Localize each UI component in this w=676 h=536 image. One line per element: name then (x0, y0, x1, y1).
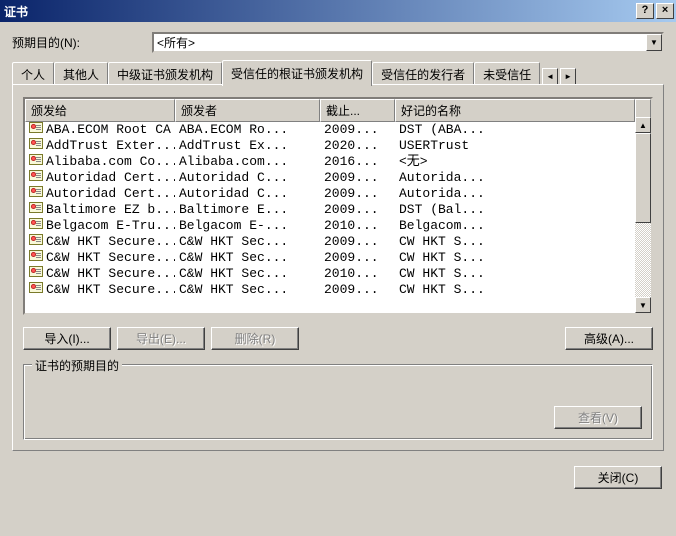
certificate-icon (29, 138, 43, 149)
certificate-icon (29, 282, 43, 293)
table-row[interactable]: Baltimore EZ b...Baltimore E...2009...DS… (25, 202, 651, 218)
tab-0[interactable]: 个人 (12, 62, 54, 86)
certificate-icon (29, 234, 43, 245)
table-row[interactable]: Alibaba.com Co...Alibaba.com...2016...<无… (25, 154, 651, 170)
close-dialog-button[interactable]: 关闭(C) (574, 466, 662, 489)
purpose-value: <所有> (157, 34, 195, 51)
tab-3[interactable]: 受信任的根证书颁发机构 (222, 60, 372, 86)
scroll-track[interactable] (635, 223, 651, 297)
help-button[interactable]: ? (636, 3, 654, 19)
list-header: 颁发给颁发者截止...好记的名称 (25, 99, 651, 122)
advanced-button[interactable]: 高级(A)... (565, 327, 653, 350)
tab-scroll-right-icon[interactable]: ► (560, 68, 576, 85)
column-header-2[interactable]: 截止... (320, 99, 395, 122)
scroll-down-icon[interactable]: ▼ (635, 297, 651, 313)
chevron-down-icon[interactable]: ▼ (646, 34, 662, 51)
delete-button[interactable]: 删除(R) (211, 327, 299, 350)
groupbox-legend: 证书的预期目的 (32, 357, 122, 374)
export-button[interactable]: 导出(E)... (117, 327, 205, 350)
tab-pane: 颁发给颁发者截止...好记的名称 ABA.ECOM Root CAABA.ECO… (12, 84, 664, 451)
certificate-icon (29, 170, 43, 181)
table-row[interactable]: ABA.ECOM Root CAABA.ECOM Ro...2009...DST… (25, 122, 651, 138)
bottom-row: 关闭(C) (12, 466, 664, 489)
table-row[interactable]: Autoridad Cert...Autoridad C...2009...Au… (25, 170, 651, 186)
tab-4[interactable]: 受信任的发行者 (372, 62, 474, 86)
table-row[interactable]: C&W HKT Secure...C&W HKT Sec...2009...CW… (25, 250, 651, 266)
dialog-body: 预期目的(N): <所有> ▼ 个人其他人中级证书颁发机构受信任的根证书颁发机构… (0, 22, 676, 499)
table-row[interactable]: C&W HKT Secure...C&W HKT Sec...2010...CW… (25, 266, 651, 282)
tab-5[interactable]: 未受信任 (474, 62, 540, 86)
vertical-scrollbar[interactable]: ▲ ▼ (635, 117, 651, 313)
import-button[interactable]: 导入(I)... (23, 327, 111, 350)
column-header-3[interactable]: 好记的名称 (395, 99, 635, 122)
action-button-row: 导入(I)... 导出(E)... 删除(R) 高级(A)... (23, 327, 653, 350)
table-row[interactable]: Autoridad Cert...Autoridad C...2009...Au… (25, 186, 651, 202)
column-header-1[interactable]: 颁发者 (175, 99, 320, 122)
certificate-icon (29, 186, 43, 197)
table-row[interactable]: AddTrust Exter...AddTrust Ex...2020...US… (25, 138, 651, 154)
cert-purpose-groupbox: 证书的预期目的 查看(V) (23, 364, 653, 440)
close-button[interactable]: × (656, 3, 674, 19)
table-row[interactable]: C&W HKT Secure...C&W HKT Sec...2009...CW… (25, 234, 651, 250)
tab-scroll-left-icon[interactable]: ◄ (542, 68, 558, 85)
certificate-icon (29, 266, 43, 277)
purpose-combo[interactable]: <所有> ▼ (152, 32, 664, 53)
certificate-icon (29, 122, 43, 133)
scroll-thumb[interactable] (635, 133, 651, 223)
certificate-list[interactable]: 颁发给颁发者截止...好记的名称 ABA.ECOM Root CAABA.ECO… (23, 97, 653, 315)
purpose-row: 预期目的(N): <所有> ▼ (12, 32, 664, 53)
table-row[interactable]: C&W HKT Secure...C&W HKT Sec...2009...CW… (25, 282, 651, 298)
window-title: 证书 (4, 3, 634, 20)
table-row[interactable]: Belgacom E-Tru...Belgacom E-...2010...Be… (25, 218, 651, 234)
scroll-up-icon[interactable]: ▲ (635, 117, 651, 133)
list-body[interactable]: ABA.ECOM Root CAABA.ECOM Ro...2009...DST… (25, 122, 651, 313)
tab-1[interactable]: 其他人 (54, 62, 108, 86)
tab-strip: 个人其他人中级证书颁发机构受信任的根证书颁发机构受信任的发行者未受信任◄► (12, 63, 664, 85)
title-bar: 证书 ? × (0, 0, 676, 22)
certificate-icon (29, 154, 43, 165)
certificate-icon (29, 218, 43, 229)
purpose-label: 预期目的(N): (12, 34, 152, 51)
certificate-icon (29, 250, 43, 261)
view-button[interactable]: 查看(V) (554, 406, 642, 429)
tab-2[interactable]: 中级证书颁发机构 (108, 62, 222, 86)
column-header-0[interactable]: 颁发给 (25, 99, 175, 122)
certificate-icon (29, 202, 43, 213)
